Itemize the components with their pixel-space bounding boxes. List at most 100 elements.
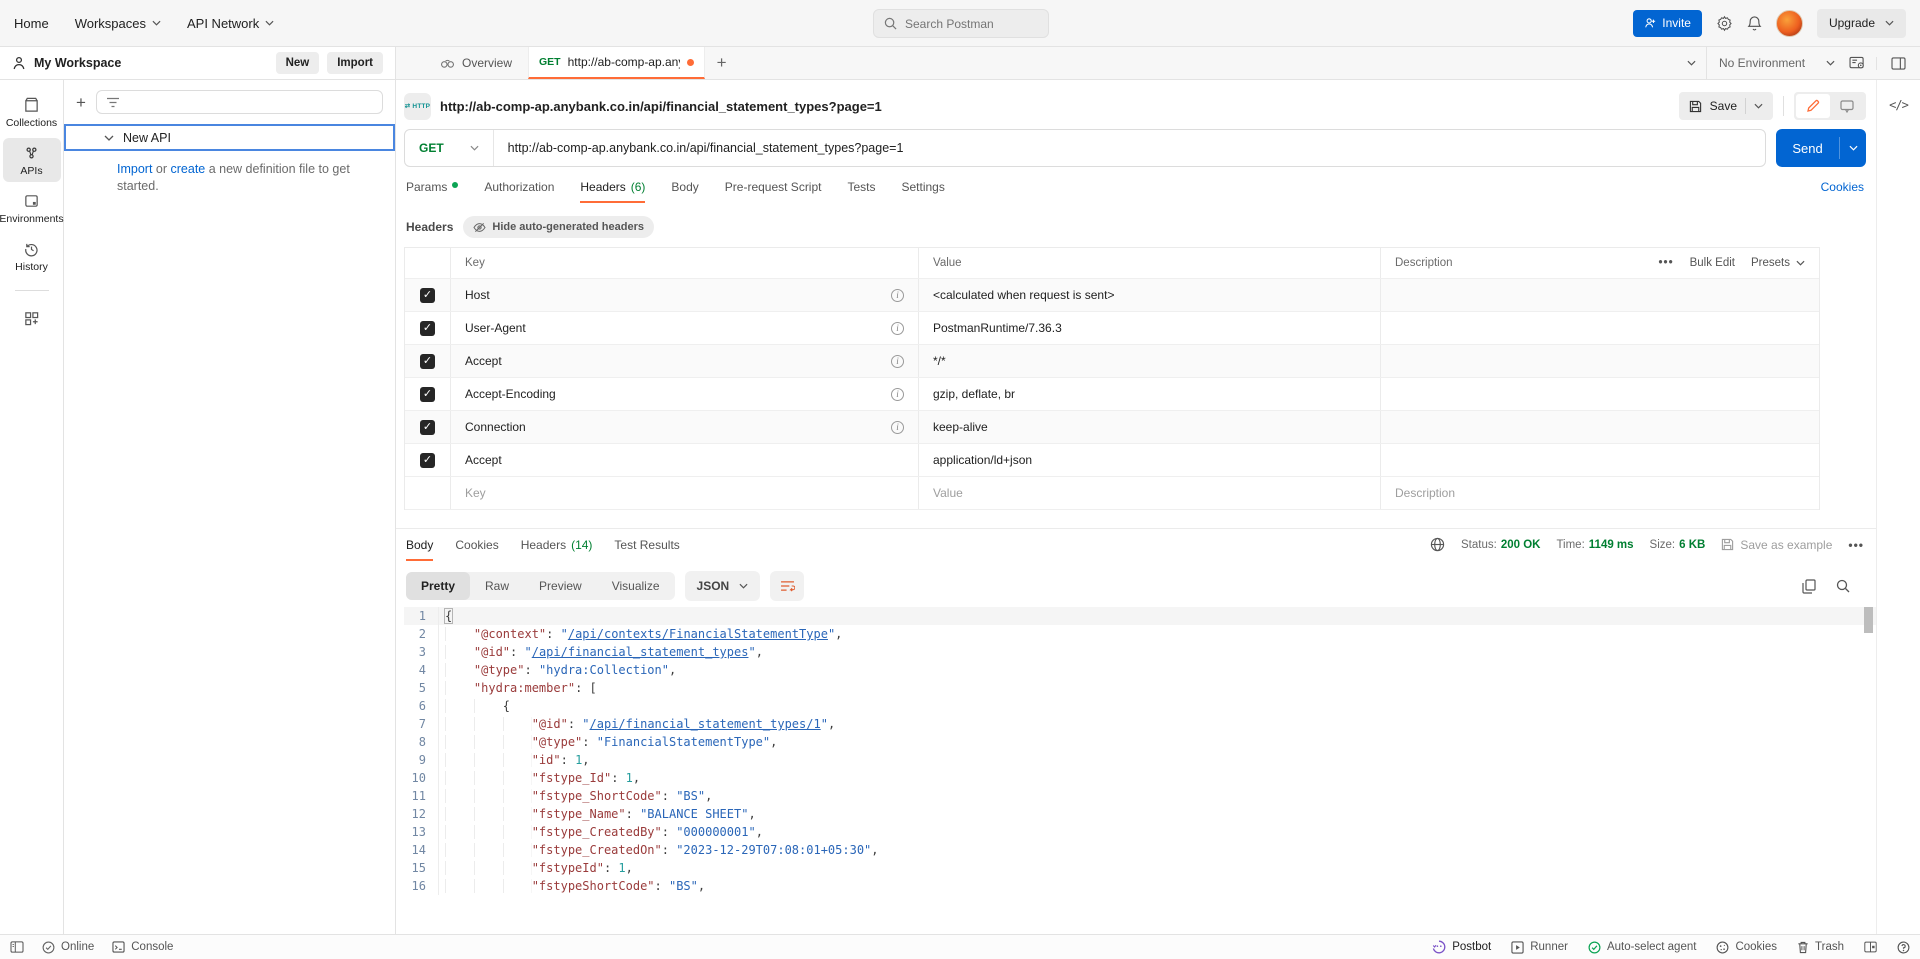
layout-panel-icon[interactable] <box>1876 57 1920 70</box>
value-placeholder[interactable]: Value <box>919 477 1381 509</box>
header-key-cell[interactable]: Accepti <box>451 345 919 377</box>
trash-button[interactable]: Trash <box>1797 941 1844 954</box>
environment-quick-look-icon[interactable] <box>1847 56 1876 70</box>
environment-selector[interactable]: No Environment <box>1707 56 1847 70</box>
console-button[interactable]: Console <box>112 941 173 953</box>
tab-params[interactable]: Params <box>406 180 458 203</box>
row-checkbox[interactable]: ✓ <box>420 354 435 369</box>
description-placeholder[interactable]: Description <box>1381 477 1819 509</box>
header-key-cell[interactable]: Accept <box>451 444 919 476</box>
new-button[interactable]: New <box>276 52 320 74</box>
tab-options-chevron[interactable] <box>1677 47 1707 79</box>
sidebar-configure-blocks[interactable] <box>3 303 61 331</box>
key-placeholder[interactable]: Key <box>451 477 919 509</box>
more-options-icon[interactable]: ••• <box>1659 257 1674 269</box>
tab-headers[interactable]: Headers(6) <box>580 180 645 203</box>
response-tab-cookies[interactable]: Cookies <box>455 538 498 561</box>
row-checkbox[interactable]: ✓ <box>420 420 435 435</box>
row-checkbox[interactable]: ✓ <box>420 321 435 336</box>
search-in-body-icon[interactable] <box>1836 579 1850 593</box>
import-link[interactable]: Import <box>117 162 152 176</box>
hide-auto-generated-headers-button[interactable]: Hide auto-generated headers <box>463 216 654 238</box>
scrollbar-thumb[interactable] <box>1864 607 1873 633</box>
tab-pre-request-script[interactable]: Pre-request Script <box>725 180 822 203</box>
global-search[interactable] <box>873 9 1049 38</box>
header-value-cell[interactable]: keep-alive <box>919 411 1381 443</box>
header-value-cell[interactable]: <calculated when request is sent> <box>919 279 1381 311</box>
import-button[interactable]: Import <box>327 52 383 74</box>
header-key-cell[interactable]: User-Agenti <box>451 312 919 344</box>
create-link[interactable]: create <box>171 162 206 176</box>
empty-header-row[interactable]: Key Value Description <box>405 477 1819 510</box>
new-tab-button[interactable]: + <box>705 47 739 79</box>
copy-icon[interactable] <box>1802 579 1816 594</box>
menu-home[interactable]: Home <box>14 16 49 31</box>
cookies-link[interactable]: Cookies <box>1821 180 1864 203</box>
filter-input[interactable] <box>96 90 383 114</box>
method-selector[interactable]: GET <box>405 130 494 166</box>
tab-tests[interactable]: Tests <box>847 180 875 203</box>
toggle-sidebar-icon[interactable] <box>10 941 24 953</box>
tab-body[interactable]: Body <box>671 180 698 203</box>
auto-select-agent-button[interactable]: Auto-select agent <box>1588 941 1697 954</box>
comment-button[interactable] <box>1830 94 1864 118</box>
header-value-cell[interactable]: gzip, deflate, br <box>919 378 1381 410</box>
save-as-example-button[interactable]: Save as example <box>1721 538 1832 552</box>
response-tab-test-results[interactable]: Test Results <box>614 538 679 561</box>
edit-pencil-button[interactable] <box>1796 94 1830 118</box>
notifications-bell-icon[interactable] <box>1747 15 1762 32</box>
header-description-cell[interactable] <box>1381 444 1819 476</box>
tab-settings[interactable]: Settings <box>902 180 945 203</box>
send-options-chevron[interactable] <box>1840 145 1866 151</box>
info-icon[interactable]: i <box>891 388 904 401</box>
info-icon[interactable]: i <box>891 322 904 335</box>
row-checkbox[interactable]: ✓ <box>420 453 435 468</box>
format-selector[interactable]: JSON <box>685 571 761 601</box>
view-visualize[interactable]: Visualize <box>597 572 675 600</box>
header-description-cell[interactable] <box>1381 279 1819 311</box>
response-more-options-icon[interactable]: ••• <box>1848 538 1864 552</box>
user-avatar[interactable] <box>1776 10 1803 37</box>
invite-button[interactable]: Invite <box>1633 10 1702 37</box>
url-input[interactable] <box>494 141 1765 155</box>
online-status[interactable]: Online <box>42 941 94 954</box>
info-icon[interactable]: i <box>891 355 904 368</box>
menu-api-network[interactable]: API Network <box>187 16 274 31</box>
add-api-button[interactable]: + <box>76 94 86 111</box>
info-icon[interactable]: i <box>891 289 904 302</box>
tab-request-active[interactable]: GET http://ab-comp-ap.anybank.co.in/api/… <box>528 47 705 79</box>
sidebar-item-history[interactable]: History <box>3 234 61 278</box>
split-pane-icon[interactable] <box>1864 941 1877 953</box>
header-description-cell[interactable] <box>1381 345 1819 377</box>
search-input[interactable] <box>905 17 1025 31</box>
row-checkbox[interactable]: ✓ <box>420 387 435 402</box>
row-checkbox[interactable]: ✓ <box>420 288 435 303</box>
postbot-button[interactable]: Postbot <box>1432 940 1491 954</box>
sidebar-item-environments[interactable]: Environments <box>3 186 61 230</box>
tab-overview[interactable]: Overview <box>424 47 528 79</box>
response-tab-headers[interactable]: Headers(14) <box>521 538 593 561</box>
header-value-cell[interactable]: application/ld+json <box>919 444 1381 476</box>
wrap-lines-button[interactable] <box>770 571 804 601</box>
menu-workspaces[interactable]: Workspaces <box>75 16 161 31</box>
cookies-button[interactable]: Cookies <box>1716 941 1777 954</box>
upgrade-button[interactable]: Upgrade <box>1817 9 1906 38</box>
send-button[interactable]: Send <box>1776 129 1866 167</box>
code-scrollbar[interactable] <box>1864 607 1874 934</box>
tree-item-new-api[interactable]: New API <box>64 124 395 151</box>
help-icon[interactable] <box>1897 941 1910 954</box>
sidebar-item-apis[interactable]: APIs <box>3 138 61 182</box>
runner-button[interactable]: Runner <box>1511 941 1568 954</box>
view-raw[interactable]: Raw <box>470 572 524 600</box>
settings-gear-icon[interactable] <box>1716 15 1733 32</box>
header-key-cell[interactable]: Accept-Encodingi <box>451 378 919 410</box>
header-description-cell[interactable] <box>1381 312 1819 344</box>
presets-button[interactable]: Presets <box>1751 257 1805 269</box>
tab-authorization[interactable]: Authorization <box>484 180 554 203</box>
view-pretty[interactable]: Pretty <box>406 572 470 600</box>
header-key-cell[interactable]: Hosti <box>451 279 919 311</box>
header-description-cell[interactable] <box>1381 411 1819 443</box>
header-key-cell[interactable]: Connectioni <box>451 411 919 443</box>
view-preview[interactable]: Preview <box>524 572 597 600</box>
sidebar-item-collections[interactable]: Collections <box>3 90 61 134</box>
